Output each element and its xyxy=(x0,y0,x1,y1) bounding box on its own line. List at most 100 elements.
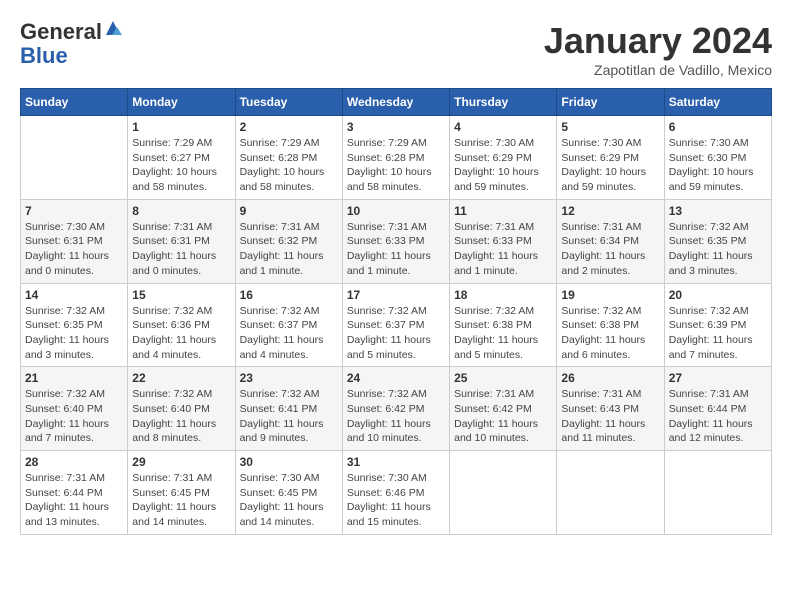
day-number: 7 xyxy=(25,204,123,218)
calendar-cell: 14 Sunrise: 7:32 AM Sunset: 6:35 PM Dayli… xyxy=(21,283,128,367)
day-number: 3 xyxy=(347,120,445,134)
day-info: Sunrise: 7:32 AM Sunset: 6:38 PM Dayligh… xyxy=(561,304,659,363)
day-number: 17 xyxy=(347,288,445,302)
day-info: Sunrise: 7:30 AM Sunset: 6:29 PM Dayligh… xyxy=(561,136,659,195)
calendar-cell xyxy=(450,451,557,535)
day-number: 10 xyxy=(347,204,445,218)
day-info: Sunrise: 7:32 AM Sunset: 6:37 PM Dayligh… xyxy=(240,304,338,363)
calendar-week-3: 14 Sunrise: 7:32 AM Sunset: 6:35 PM Dayli… xyxy=(21,283,772,367)
day-number: 14 xyxy=(25,288,123,302)
logo: General Blue xyxy=(20,20,122,68)
calendar-cell: 30Sunrise: 7:30 AM Sunset: 6:45 PM Dayli… xyxy=(235,451,342,535)
calendar-cell: 9Sunrise: 7:31 AM Sunset: 6:32 PM Daylig… xyxy=(235,199,342,283)
logo-general: General xyxy=(20,20,102,44)
col-sunday: Sunday xyxy=(21,89,128,116)
day-info: Sunrise: 7:32 AM Sunset: 6:39 PM Dayligh… xyxy=(669,304,767,363)
day-info: Sunrise: 7:31 AM Sunset: 6:33 PM Dayligh… xyxy=(454,220,552,279)
calendar-cell: 10 Sunrise: 7:31 AM Sunset: 6:33 PM Dayli… xyxy=(342,199,449,283)
day-number: 31 xyxy=(347,455,445,469)
col-friday: Friday xyxy=(557,89,664,116)
day-info: Sunrise: 7:31 AM Sunset: 6:43 PM Dayligh… xyxy=(561,387,659,446)
calendar-cell: 28 Sunrise: 7:31 AM Sunset: 6:44 PM Dayli… xyxy=(21,451,128,535)
calendar-cell xyxy=(21,116,128,200)
col-saturday: Saturday xyxy=(664,89,771,116)
calendar-table: Sunday Monday Tuesday Wednesday Thursday… xyxy=(20,88,772,535)
day-info: Sunrise: 7:31 AM Sunset: 6:42 PM Dayligh… xyxy=(454,387,552,446)
calendar-cell: 2 Sunrise: 7:29 AM Sunset: 6:28 PM Daylig… xyxy=(235,116,342,200)
calendar-cell: 5 Sunrise: 7:30 AM Sunset: 6:29 PM Daylig… xyxy=(557,116,664,200)
day-number: 21 xyxy=(25,371,123,385)
day-number: 29 xyxy=(132,455,230,469)
day-info: Sunrise: 7:32 AM Sunset: 6:35 PM Dayligh… xyxy=(25,304,123,363)
day-info: Sunrise: 7:30 AM Sunset: 6:29 PM Dayligh… xyxy=(454,136,552,195)
calendar-week-2: 7Sunrise: 7:30 AM Sunset: 6:31 PM Daylig… xyxy=(21,199,772,283)
day-number: 1 xyxy=(132,120,230,134)
month-title: January 2024 xyxy=(544,20,772,62)
day-info: Sunrise: 7:29 AM Sunset: 6:27 PM Dayligh… xyxy=(132,136,230,195)
day-number: 9 xyxy=(240,204,338,218)
day-info: Sunrise: 7:32 AM Sunset: 6:35 PM Dayligh… xyxy=(669,220,767,279)
calendar-cell: 15 Sunrise: 7:32 AM Sunset: 6:36 PM Dayli… xyxy=(128,283,235,367)
day-info: Sunrise: 7:31 AM Sunset: 6:44 PM Dayligh… xyxy=(25,471,123,530)
logo-blue: Blue xyxy=(20,43,68,68)
calendar-cell: 24 Sunrise: 7:32 AM Sunset: 6:42 PM Dayli… xyxy=(342,367,449,451)
calendar-cell: 20 Sunrise: 7:32 AM Sunset: 6:39 PM Dayli… xyxy=(664,283,771,367)
day-number: 26 xyxy=(561,371,659,385)
day-info: Sunrise: 7:32 AM Sunset: 6:38 PM Dayligh… xyxy=(454,304,552,363)
day-info: Sunrise: 7:31 AM Sunset: 6:34 PM Dayligh… xyxy=(561,220,659,279)
calendar-cell: 4 Sunrise: 7:30 AM Sunset: 6:29 PM Daylig… xyxy=(450,116,557,200)
calendar-cell: 6Sunrise: 7:30 AM Sunset: 6:30 PM Daylig… xyxy=(664,116,771,200)
calendar-cell: 26 Sunrise: 7:31 AM Sunset: 6:43 PM Dayli… xyxy=(557,367,664,451)
day-number: 30 xyxy=(240,455,338,469)
day-number: 2 xyxy=(240,120,338,134)
day-number: 6 xyxy=(669,120,767,134)
calendar-cell: 18 Sunrise: 7:32 AM Sunset: 6:38 PM Dayli… xyxy=(450,283,557,367)
col-thursday: Thursday xyxy=(450,89,557,116)
calendar-cell: 13 Sunrise: 7:32 AM Sunset: 6:35 PM Dayli… xyxy=(664,199,771,283)
day-number: 28 xyxy=(25,455,123,469)
day-info: Sunrise: 7:32 AM Sunset: 6:36 PM Dayligh… xyxy=(132,304,230,363)
day-info: Sunrise: 7:30 AM Sunset: 6:46 PM Dayligh… xyxy=(347,471,445,530)
calendar-cell xyxy=(664,451,771,535)
calendar-cell: 1 Sunrise: 7:29 AM Sunset: 6:27 PM Daylig… xyxy=(128,116,235,200)
day-info: Sunrise: 7:31 AM Sunset: 6:33 PM Dayligh… xyxy=(347,220,445,279)
calendar-cell: 23 Sunrise: 7:32 AM Sunset: 6:41 PM Dayli… xyxy=(235,367,342,451)
day-number: 27 xyxy=(669,371,767,385)
day-number: 4 xyxy=(454,120,552,134)
calendar-cell: 12Sunrise: 7:31 AM Sunset: 6:34 PM Dayli… xyxy=(557,199,664,283)
col-monday: Monday xyxy=(128,89,235,116)
calendar-week-5: 28 Sunrise: 7:31 AM Sunset: 6:44 PM Dayli… xyxy=(21,451,772,535)
day-info: Sunrise: 7:31 AM Sunset: 6:45 PM Dayligh… xyxy=(132,471,230,530)
day-info: Sunrise: 7:32 AM Sunset: 6:41 PM Dayligh… xyxy=(240,387,338,446)
day-number: 16 xyxy=(240,288,338,302)
calendar-cell: 21 Sunrise: 7:32 AM Sunset: 6:40 PM Dayli… xyxy=(21,367,128,451)
day-number: 18 xyxy=(454,288,552,302)
day-info: Sunrise: 7:32 AM Sunset: 6:37 PM Dayligh… xyxy=(347,304,445,363)
day-info: Sunrise: 7:31 AM Sunset: 6:31 PM Dayligh… xyxy=(132,220,230,279)
calendar-cell: 11Sunrise: 7:31 AM Sunset: 6:33 PM Dayli… xyxy=(450,199,557,283)
day-number: 22 xyxy=(132,371,230,385)
calendar-cell: 31 Sunrise: 7:30 AM Sunset: 6:46 PM Dayli… xyxy=(342,451,449,535)
day-number: 25 xyxy=(454,371,552,385)
calendar-cell: 3 Sunrise: 7:29 AM Sunset: 6:28 PM Daylig… xyxy=(342,116,449,200)
day-number: 23 xyxy=(240,371,338,385)
calendar-cell: 19 Sunrise: 7:32 AM Sunset: 6:38 PM Dayli… xyxy=(557,283,664,367)
day-number: 13 xyxy=(669,204,767,218)
calendar-cell: 17 Sunrise: 7:32 AM Sunset: 6:37 PM Dayli… xyxy=(342,283,449,367)
col-tuesday: Tuesday xyxy=(235,89,342,116)
day-number: 19 xyxy=(561,288,659,302)
day-number: 20 xyxy=(669,288,767,302)
day-info: Sunrise: 7:29 AM Sunset: 6:28 PM Dayligh… xyxy=(240,136,338,195)
calendar-cell: 16 Sunrise: 7:32 AM Sunset: 6:37 PM Dayli… xyxy=(235,283,342,367)
day-info: Sunrise: 7:32 AM Sunset: 6:40 PM Dayligh… xyxy=(25,387,123,446)
calendar-cell: 8Sunrise: 7:31 AM Sunset: 6:31 PM Daylig… xyxy=(128,199,235,283)
day-number: 15 xyxy=(132,288,230,302)
day-info: Sunrise: 7:32 AM Sunset: 6:42 PM Dayligh… xyxy=(347,387,445,446)
header-row: Sunday Monday Tuesday Wednesday Thursday… xyxy=(21,89,772,116)
day-number: 5 xyxy=(561,120,659,134)
day-info: Sunrise: 7:32 AM Sunset: 6:40 PM Dayligh… xyxy=(132,387,230,446)
day-info: Sunrise: 7:29 AM Sunset: 6:28 PM Dayligh… xyxy=(347,136,445,195)
calendar-cell: 7Sunrise: 7:30 AM Sunset: 6:31 PM Daylig… xyxy=(21,199,128,283)
col-wednesday: Wednesday xyxy=(342,89,449,116)
day-number: 24 xyxy=(347,371,445,385)
